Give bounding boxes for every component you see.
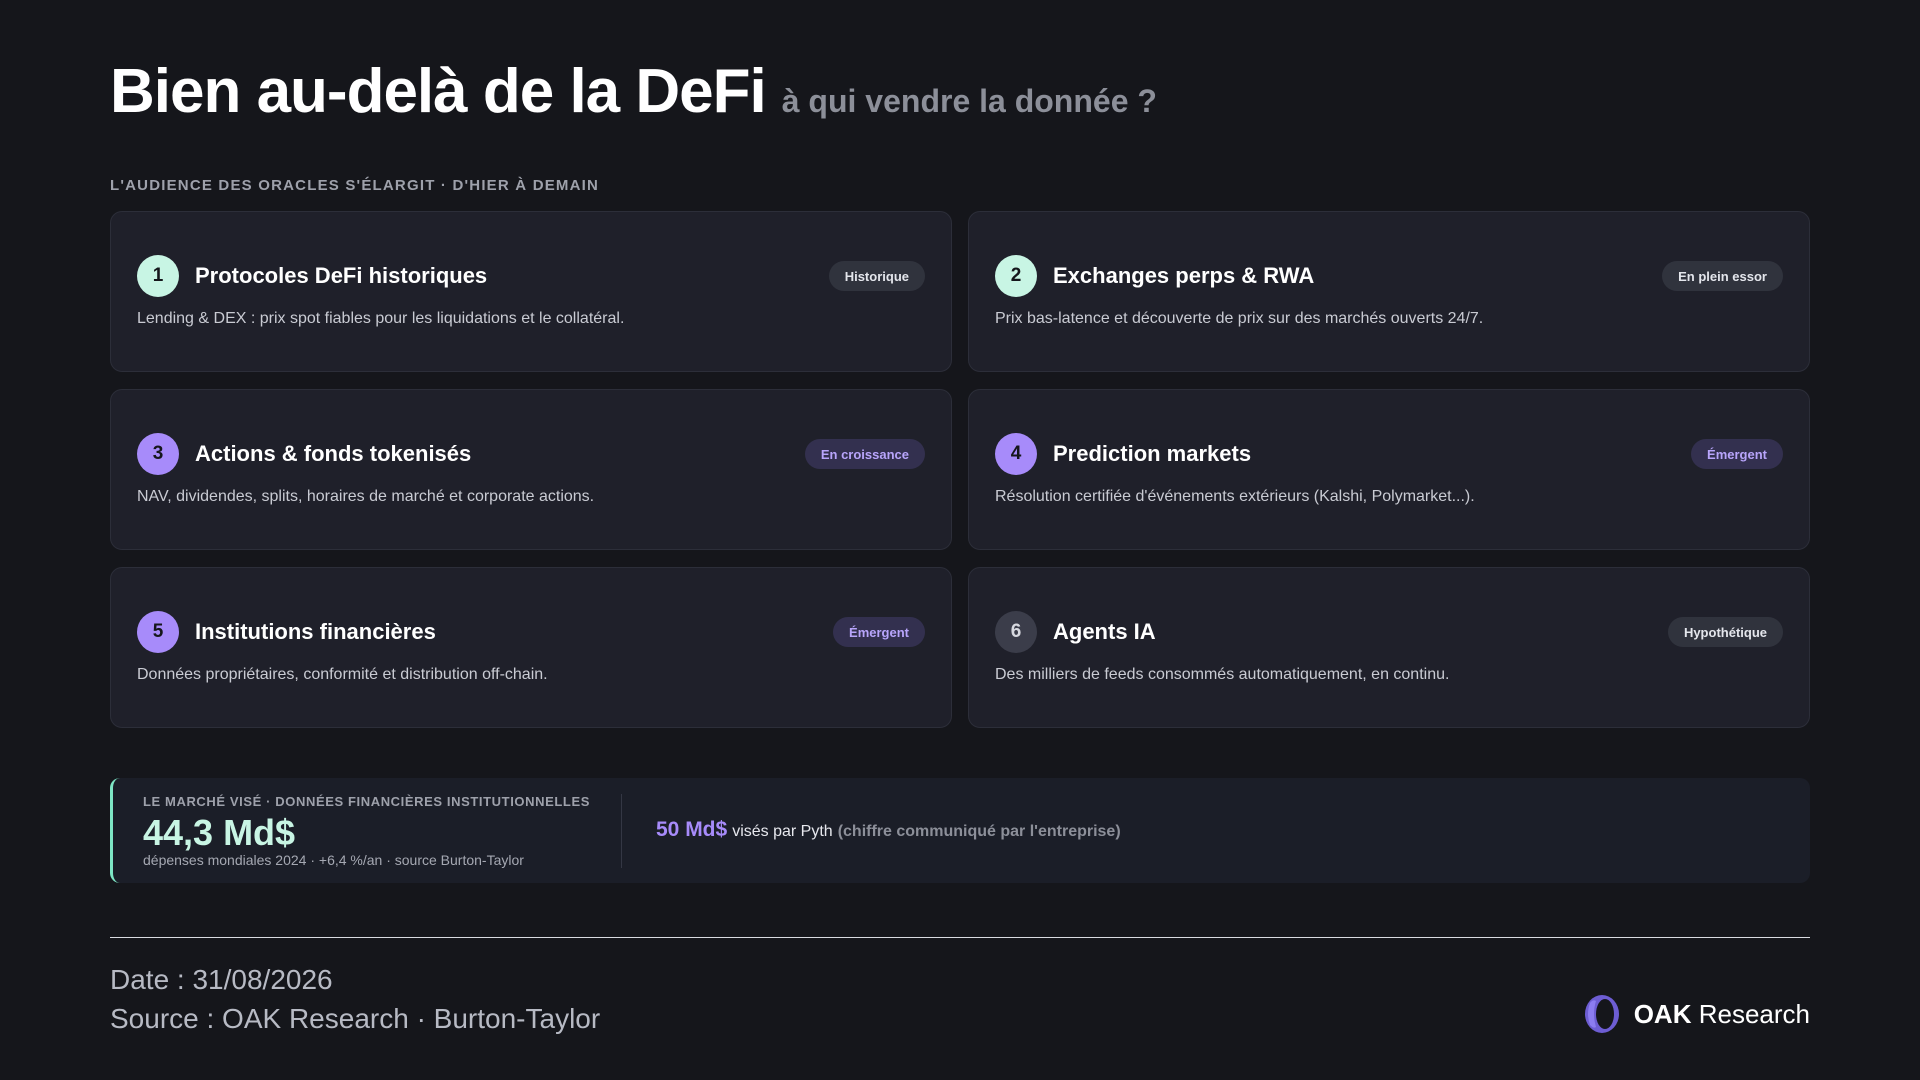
- card-header: 4 Prediction markets Émergent: [995, 433, 1783, 475]
- step-number: 1: [137, 255, 179, 297]
- card-title: Agents IA: [1053, 619, 1156, 644]
- brand-name: OAK Research: [1634, 999, 1810, 1030]
- step-number: 3: [137, 433, 179, 475]
- card-header: 2 Exchanges perps & RWA En plein essor: [995, 255, 1783, 297]
- step-number: 4: [995, 433, 1037, 475]
- card-header: 1 Protocoles DeFi historiques Historique: [137, 255, 925, 297]
- card-description: Résolution certifiée d'événements extéri…: [995, 488, 1475, 505]
- step-number: 2: [995, 255, 1037, 297]
- audience-card-perps-rwa: 2 Exchanges perps & RWA En plein essor P…: [968, 211, 1810, 372]
- market-value: 44,3 Md$: [143, 812, 296, 853]
- card-title: Institutions financières: [195, 619, 436, 644]
- card-description: NAV, dividendes, splits, horaires de mar…: [137, 488, 595, 505]
- audience-card-ai-agents: 6 Agents IA Hypothétique Des milliers de…: [968, 567, 1810, 728]
- status-badge: Historique: [828, 261, 925, 291]
- status-badge: Émergent: [833, 617, 925, 647]
- status-badge: En croissance: [804, 439, 925, 469]
- card-title: Protocoles DeFi historiques: [195, 263, 488, 288]
- footer-date: Date : 31/08/2026: [110, 964, 333, 995]
- section-label: L'AUDIENCE DES ORACLES S'ÉLARGIT · D'HIE…: [110, 177, 600, 194]
- page-subtitle: à qui vendre la donnée ?: [781, 83, 1157, 119]
- card-description: Prix bas-latence et découverte de prix s…: [995, 310, 1484, 327]
- slide: Bien au-delà de la DeFi à qui vendre la …: [110, 0, 1810, 1080]
- market-label: LE MARCHÉ VISÉ · DONNÉES FINANCIÈRES INS…: [143, 794, 590, 809]
- card-header: 5 Institutions financières Émergent: [137, 611, 925, 653]
- card-title: Actions & fonds tokenisés: [195, 441, 472, 466]
- status-badge: En plein essor: [1662, 261, 1783, 291]
- page-title: Bien au-delà de la DeFi: [110, 57, 767, 126]
- oak-logo-icon: [1584, 995, 1619, 1033]
- card-header: 6 Agents IA Hypothétique: [995, 611, 1783, 653]
- audience-card-institutions: 5 Institutions financières Émergent Donn…: [110, 567, 952, 728]
- pyth-value: 50 Md$: [656, 818, 728, 841]
- market-panel: LE MARCHÉ VISÉ · DONNÉES FINANCIÈRES INS…: [110, 778, 1810, 883]
- pyth-target: 50 Md$ visés par Pyth (chiffre communiqu…: [656, 818, 1121, 842]
- brand: OAK Research: [1582, 993, 1810, 1035]
- brand-name-bold: OAK: [1633, 998, 1692, 1029]
- card-description: Lending & DEX : prix spot fiables pour l…: [137, 310, 625, 327]
- audience-card-tokenized-equities: 3 Actions & fonds tokenisés En croissanc…: [110, 389, 952, 550]
- brand-name-rest: Research: [1698, 998, 1810, 1029]
- title-row: Bien au-delà de la DeFi à qui vendre la …: [110, 56, 1157, 127]
- pyth-text: visés par Pyth: [732, 823, 833, 840]
- pyth-note: (chiffre communiqué par l'entreprise): [837, 823, 1121, 840]
- status-badge: Hypothétique: [1667, 617, 1783, 647]
- divider: [621, 794, 622, 868]
- audience-card-prediction-markets: 4 Prediction markets Émergent Résolution…: [968, 389, 1810, 550]
- audience-card-defi: 1 Protocoles DeFi historiques Historique…: [110, 211, 952, 372]
- market-subtext: dépenses mondiales 2024 · +6,4 %/an · so…: [143, 852, 524, 868]
- card-title: Prediction markets: [1053, 441, 1252, 466]
- card-title: Exchanges perps & RWA: [1053, 263, 1315, 288]
- status-badge: Émergent: [1691, 439, 1783, 469]
- card-header: 3 Actions & fonds tokenisés En croissanc…: [137, 433, 925, 475]
- card-description: Données propriétaires, conformité et dis…: [137, 666, 548, 683]
- step-number: 5: [137, 611, 179, 653]
- footer-source: Source : OAK Research · Burton-Taylor: [110, 1003, 601, 1034]
- card-description: Des milliers de feeds consommés automati…: [995, 666, 1450, 683]
- footer-divider: [110, 937, 1810, 938]
- audience-grid: 1 Protocoles DeFi historiques Historique…: [110, 211, 1810, 728]
- step-number: 6: [995, 611, 1037, 653]
